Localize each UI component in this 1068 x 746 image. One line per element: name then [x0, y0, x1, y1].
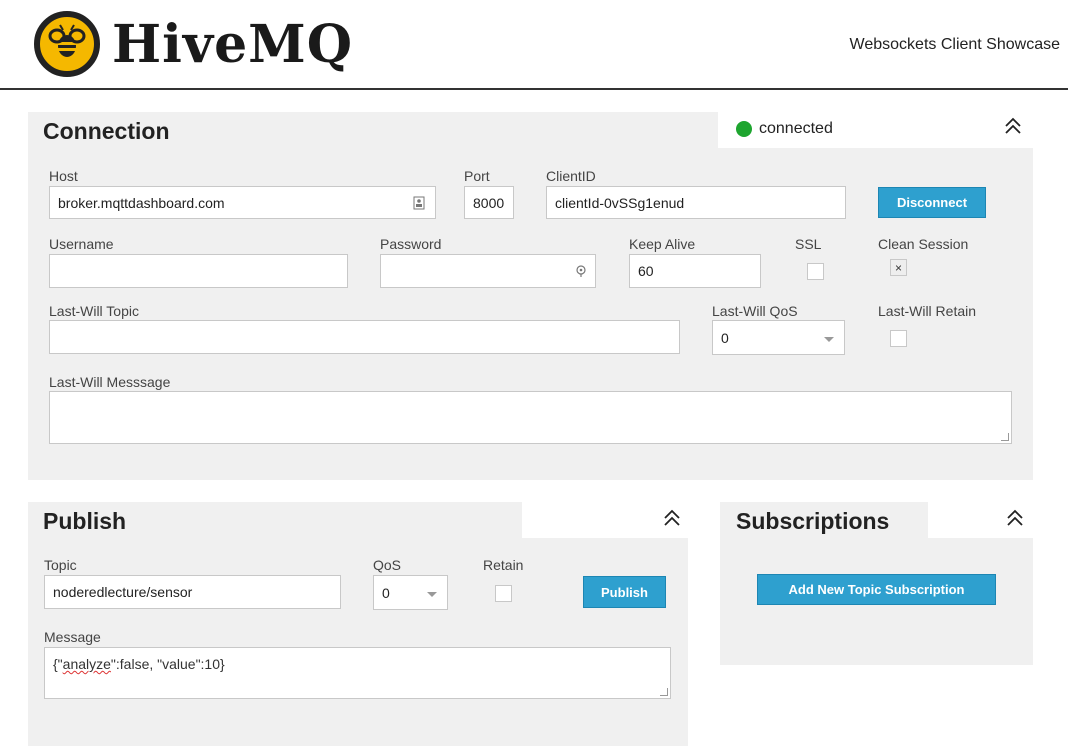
publish-topic-label: Topic: [44, 557, 77, 573]
lw-topic-input[interactable]: [49, 320, 680, 354]
double-chevron-up-icon[interactable]: [1004, 116, 1022, 142]
lw-qos-select[interactable]: 0: [712, 320, 845, 355]
resize-handle-icon[interactable]: [1001, 433, 1009, 441]
publish-retain-label: Retain: [483, 557, 524, 573]
publish-panel: Publish Topic noderedlecture/sensor QoS …: [28, 502, 688, 746]
resize-handle-icon[interactable]: [660, 688, 668, 696]
publish-qos-value: 0: [382, 584, 390, 601]
publish-title: Publish: [43, 508, 127, 534]
clientid-value: clientId-0vSSg1enud: [555, 194, 685, 211]
keepalive-value: 60: [638, 263, 654, 279]
lw-topic-label: Last-Will Topic: [49, 303, 139, 319]
keepalive-input[interactable]: 60: [629, 254, 761, 288]
port-input[interactable]: 8000: [464, 186, 514, 219]
host-label: Host: [49, 168, 78, 184]
subscriptions-panel: Subscriptions Add New Topic Subscription: [720, 502, 1033, 665]
connection-status: connected: [759, 120, 833, 137]
host-value: broker.mqttdashboard.com: [58, 194, 225, 211]
connection-panel: Connection connected Host broker.mqttdas…: [28, 112, 1033, 480]
clean-session-label: Clean Session: [878, 236, 969, 252]
logo-text: HiveMQ: [112, 13, 354, 75]
lw-qos-value: 0: [721, 329, 729, 346]
keepalive-label: Keep Alive: [629, 236, 696, 252]
port-value: 8000: [473, 194, 505, 211]
host-input[interactable]: broker.mqttdashboard.com: [49, 186, 436, 219]
subscriptions-title: Subscriptions: [736, 508, 890, 534]
publish-retain-checkbox[interactable]: [495, 585, 512, 602]
clientid-label: ClientID: [546, 168, 596, 184]
publish-qos-select[interactable]: 0: [373, 575, 448, 610]
add-subscription-button[interactable]: Add New Topic Subscription: [757, 574, 996, 605]
publish-topic-value: noderedlecture/sensor: [53, 584, 193, 600]
connection-title: Connection: [43, 118, 170, 144]
publish-button[interactable]: Publish: [583, 576, 666, 608]
publish-message-value: {"analyze":false, "value":10}: [53, 656, 225, 672]
lw-message-label: Last-Will Messsage: [49, 374, 171, 390]
clientid-input[interactable]: clientId-0vSSg1enud: [546, 186, 846, 219]
double-chevron-up-icon[interactable]: [663, 508, 681, 534]
chevron-down-icon: [427, 591, 437, 597]
ssl-checkbox[interactable]: [807, 263, 824, 280]
lw-retain-label: Last-Will Retain: [878, 303, 977, 319]
username-input[interactable]: [49, 254, 348, 288]
key-icon: [575, 265, 587, 281]
app-header: HiveMQ Websockets Client Showcase: [0, 0, 1068, 90]
lw-message-textarea[interactable]: [49, 391, 1012, 444]
publish-qos-label: QoS: [373, 557, 402, 573]
chevron-down-icon: [824, 336, 834, 342]
header-subtitle: Websockets Client Showcase: [849, 36, 1060, 53]
bee-icon: [34, 11, 100, 77]
status-indicator-icon: [736, 121, 752, 137]
password-input[interactable]: [380, 254, 596, 288]
publish-topic-input[interactable]: noderedlecture/sensor: [44, 575, 341, 609]
disconnect-button[interactable]: Disconnect: [878, 187, 986, 218]
username-label: Username: [49, 236, 114, 252]
port-label: Port: [464, 168, 490, 184]
publish-message-textarea[interactable]: {"analyze":false, "value":10}: [44, 647, 671, 699]
hivemq-logo: HiveMQ: [34, 11, 353, 77]
lw-qos-label: Last-Will QoS: [712, 303, 798, 319]
double-chevron-up-icon[interactable]: [1006, 508, 1024, 534]
clean-session-checkbox[interactable]: ×: [890, 259, 907, 276]
publish-message-label: Message: [44, 629, 101, 645]
password-label: Password: [380, 236, 442, 252]
ssl-label: SSL: [795, 236, 822, 252]
lw-retain-checkbox[interactable]: [890, 330, 907, 347]
contact-card-icon: [413, 196, 425, 213]
